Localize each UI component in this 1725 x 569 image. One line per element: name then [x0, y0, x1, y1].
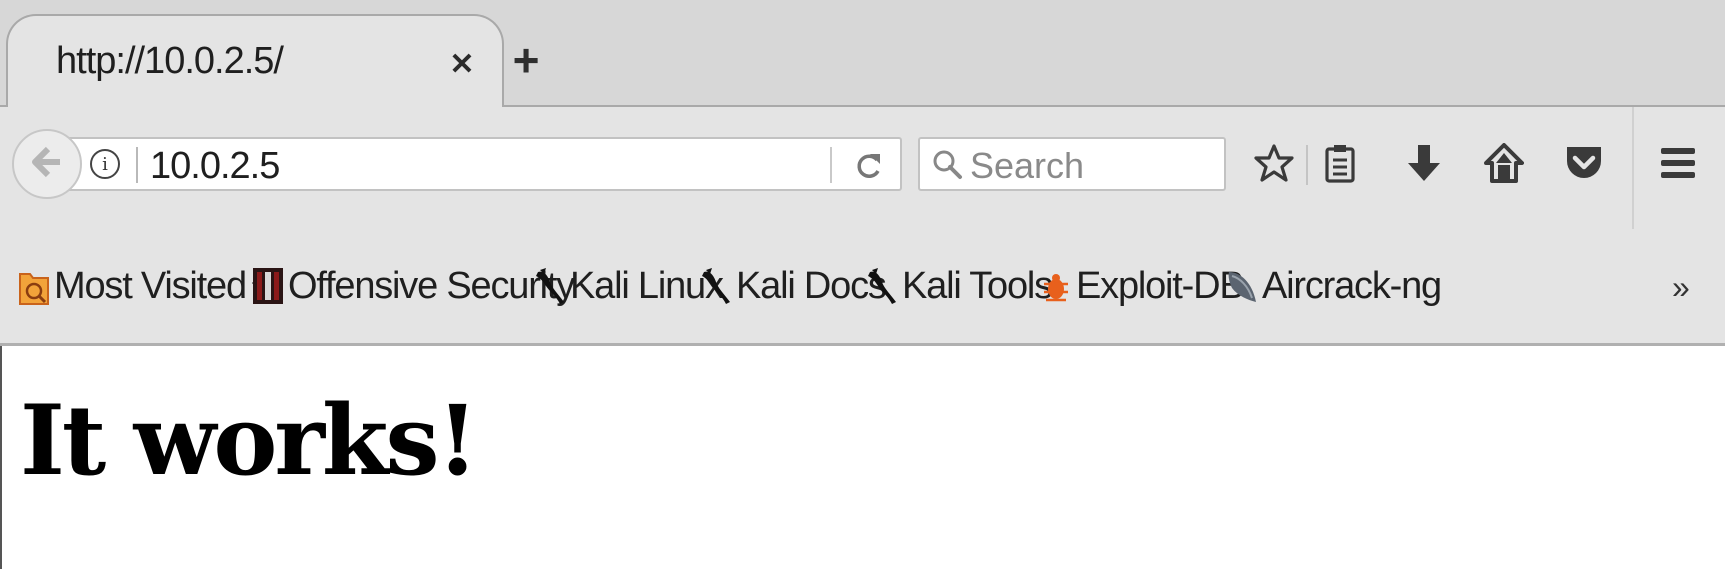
bookmark-offensive-security[interactable]: Offensive Security: [252, 263, 575, 309]
page-heading: It works!: [20, 384, 479, 497]
search-bar[interactable]: [918, 137, 1226, 191]
aircrack-icon: [1228, 272, 1256, 302]
toolbar-divider: [1306, 145, 1308, 185]
search-icon: [932, 149, 964, 181]
bookmark-kali-docs[interactable]: Kali Docs: [700, 263, 887, 309]
page-content: It works!: [0, 346, 1725, 569]
download-icon[interactable]: [1396, 133, 1452, 193]
info-icon[interactable]: i: [90, 149, 120, 179]
bookmark-label: Offensive Security: [288, 264, 575, 307]
clipboard-icon[interactable]: [1312, 133, 1368, 193]
most-visited-icon: [19, 273, 49, 305]
plus-icon[interactable]: +: [506, 37, 546, 83]
search-input[interactable]: [968, 143, 1222, 189]
reload-icon[interactable]: [850, 147, 888, 185]
star-icon[interactable]: [1246, 133, 1302, 193]
back-button[interactable]: [12, 129, 82, 199]
tab-strip: http://10.0.2.5/ ✕ +: [0, 0, 1725, 107]
exploit-db-bug-icon: [1044, 274, 1068, 302]
close-icon[interactable]: ✕: [446, 48, 478, 81]
tab-active[interactable]: http://10.0.2.5/ ✕: [6, 14, 504, 107]
navigation-bar: i 10.0.2.5: [0, 107, 1725, 229]
bookmark-label: Kali Tools: [902, 264, 1053, 307]
home-icon[interactable]: [1476, 133, 1532, 193]
offensive-security-icon: [253, 268, 283, 304]
bookmark-most-visited[interactable]: Most Visited: [18, 263, 272, 309]
bookmarks-overflow-button[interactable]: »: [1672, 269, 1690, 306]
back-arrow-icon: [30, 145, 64, 184]
hamburger-menu-icon[interactable]: [1650, 133, 1706, 193]
bookmarks-toolbar: Most Visited Offensive Security Kali Lin…: [0, 229, 1725, 346]
url-bar[interactable]: i 10.0.2.5: [66, 137, 902, 191]
url-text[interactable]: 10.0.2.5: [150, 145, 280, 188]
bookmark-aircrack-ng[interactable]: Aircrack-ng: [1226, 263, 1442, 309]
tab-title: http://10.0.2.5/: [56, 40, 284, 82]
toolbar-divider: [1632, 107, 1634, 229]
bookmark-kali-linux[interactable]: Kali Linux: [534, 263, 724, 309]
bookmark-label: Exploit-DB: [1076, 264, 1245, 307]
kali-dragon-icon: [536, 268, 564, 304]
pocket-icon[interactable]: [1556, 133, 1612, 193]
bookmark-label: Aircrack-ng: [1262, 264, 1442, 307]
url-divider: [136, 147, 138, 183]
kali-dragon-icon: [702, 268, 730, 304]
bookmark-kali-tools[interactable]: Kali Tools: [866, 263, 1053, 309]
browser-window: http://10.0.2.5/ ✕ + i 10.0.2.5 Search M…: [0, 0, 1725, 569]
bookmark-exploit-db[interactable]: Exploit-DB: [1040, 263, 1245, 309]
bookmark-label: Most Visited: [54, 264, 247, 307]
bookmark-label: Kali Docs: [736, 264, 887, 307]
kali-dragon-icon: [868, 268, 896, 304]
reload-divider: [830, 147, 832, 183]
